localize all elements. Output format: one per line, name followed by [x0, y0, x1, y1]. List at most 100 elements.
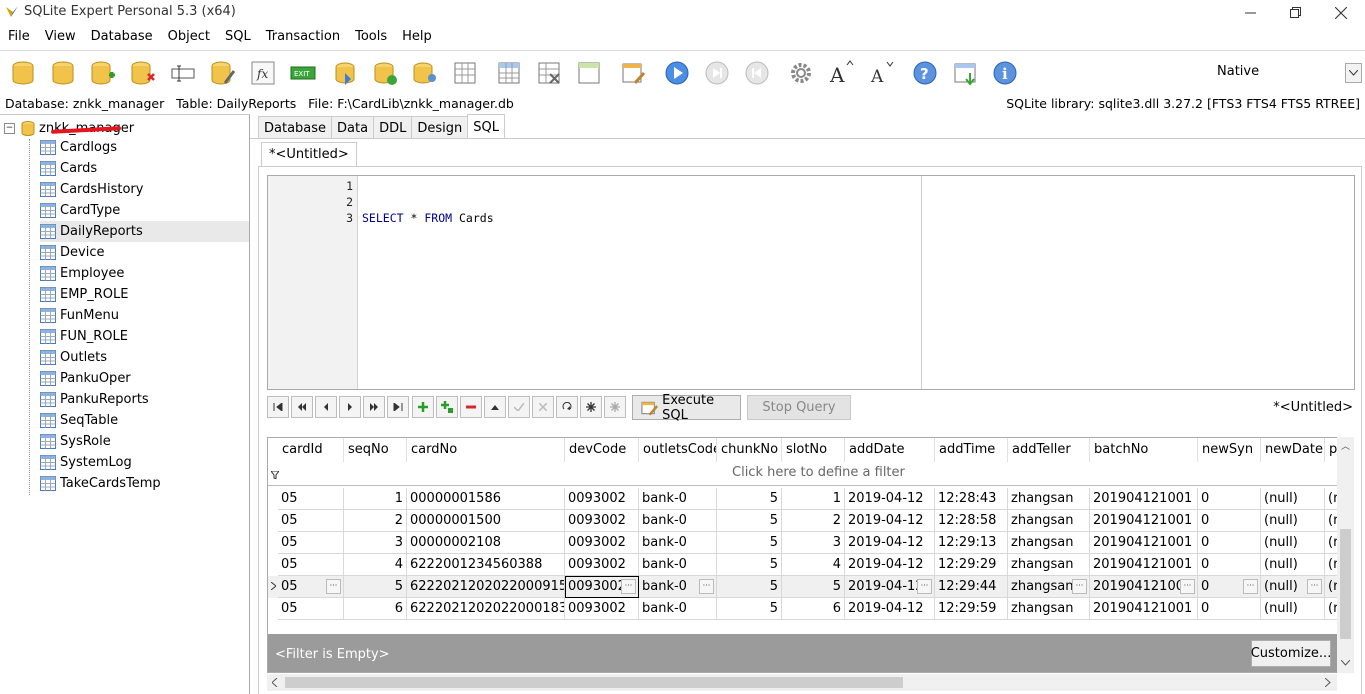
table-cell[interactable]: (null): [1261, 532, 1325, 554]
ellipsis-button[interactable]: ···: [917, 579, 932, 594]
ellipsis-button[interactable]: ···: [621, 579, 636, 594]
restore-button[interactable]: [1272, 0, 1318, 25]
menu-help[interactable]: Help: [394, 26, 439, 48]
table-row[interactable]: 05 3 00000002108 0093002 bank-0 5 3 2019-04-12 1…: [268, 532, 1352, 554]
table-cell[interactable]: 5: [717, 554, 782, 576]
table-cell[interactable]: 3: [782, 532, 845, 554]
step-icon[interactable]: [703, 59, 731, 87]
table-cell[interactable]: (null): [1261, 598, 1325, 620]
table-cell[interactable]: 2019-04-12 ···: [845, 576, 935, 598]
ellipsis-button[interactable]: ···: [1180, 579, 1195, 594]
filter-row[interactable]: Click here to define a filter: [268, 462, 1352, 486]
tree-item-outlets[interactable]: Outlets: [40, 347, 249, 368]
table-cell[interactable]: 12:29:29: [935, 554, 1008, 576]
table-cell[interactable]: 05: [278, 510, 344, 532]
table-cell[interactable]: 0093002 ···: [565, 576, 639, 598]
scroll-right-icon[interactable]: [1325, 678, 1331, 687]
table-cell[interactable]: (null): [1261, 554, 1325, 576]
scroll-down-icon[interactable]: [1341, 660, 1350, 666]
table-row[interactable]: 05 2 00000001500 0093002 bank-0 5 2 2019-04-12 1…: [268, 510, 1352, 532]
sql-query-tab[interactable]: *<Untitled>: [261, 142, 357, 166]
gear-icon[interactable]: [787, 59, 815, 87]
detach-database-icon[interactable]: [129, 59, 157, 87]
tree-item-takecardstemp[interactable]: TakeCardsTemp: [40, 473, 249, 494]
last-page-button[interactable]: [387, 396, 409, 418]
table-cell[interactable]: 12:29:44: [935, 576, 1008, 598]
scroll-up-icon[interactable]: ︿: [1341, 439, 1350, 452]
stop-icon[interactable]: [743, 59, 771, 87]
table-cell[interactable]: 0093002: [565, 488, 639, 510]
tab-ddl[interactable]: DDL: [373, 116, 413, 138]
menu-transaction[interactable]: Transaction: [258, 26, 347, 48]
table-row[interactable]: 05 6 6222021202022000183 0093002 bank-0 5 6 201…: [268, 598, 1352, 620]
tree-item-sysrole[interactable]: SysRole: [40, 431, 249, 452]
column-header[interactable]: addDate: [845, 438, 935, 462]
table-cell[interactable]: 0093002: [565, 598, 639, 620]
move-up-button[interactable]: [484, 396, 506, 418]
table-cell[interactable]: 6222021202022000183: [407, 598, 565, 620]
table-cell[interactable]: 3: [344, 532, 407, 554]
table-cell[interactable]: 4: [782, 554, 845, 576]
table-cell[interactable]: 6222001234560388: [407, 554, 565, 576]
table-cell[interactable]: 5: [717, 576, 782, 598]
new-view-icon[interactable]: [575, 59, 603, 87]
editor-splitter[interactable]: [921, 176, 922, 389]
tree-item-fun_role[interactable]: FUN_ROLE: [40, 326, 249, 347]
table-cell[interactable]: 12:29:13: [935, 532, 1008, 554]
tree-item-pankureports[interactable]: PankuReports: [40, 389, 249, 410]
table-cell[interactable]: zhangsan: [1008, 510, 1090, 532]
table-cell[interactable]: bank-0: [639, 488, 717, 510]
refresh-button[interactable]: [556, 396, 578, 418]
horizontal-scroll-thumb[interactable]: [285, 677, 903, 688]
table-cell[interactable]: 6: [344, 598, 407, 620]
ellipsis-button[interactable]: ···: [326, 579, 341, 594]
table-cell[interactable]: 0: [1198, 598, 1261, 620]
table-row[interactable]: 05 ··· 5 6222021202022000915 0093002 ··· bank-…: [268, 576, 1352, 598]
tab-database[interactable]: Database: [258, 116, 333, 138]
table-cell[interactable]: (null): [1261, 488, 1325, 510]
table-cell[interactable]: 201904121001 ···: [1090, 576, 1198, 598]
horizontal-scrollbar[interactable]: [267, 674, 1337, 691]
tree-item-systemlog[interactable]: SystemLog: [40, 452, 249, 473]
table-cell[interactable]: 6: [782, 598, 845, 620]
table-cell[interactable]: 0: [1198, 554, 1261, 576]
table-row[interactable]: 05 1 00000001586 0093002 bank-0 5 1 2019-04-12 1…: [268, 488, 1352, 510]
prior-page-button[interactable]: [291, 396, 313, 418]
table-cell[interactable]: zhangsan: [1008, 554, 1090, 576]
exit-icon[interactable]: EXIT: [289, 59, 317, 87]
set-default-button[interactable]: [604, 396, 626, 418]
tree-item-employee[interactable]: Employee: [40, 263, 249, 284]
table-cell[interactable]: 2: [782, 510, 845, 532]
post-edit-button[interactable]: [508, 396, 530, 418]
ellipsis-button[interactable]: ···: [1072, 579, 1087, 594]
table-cell[interactable]: 05: [278, 532, 344, 554]
vertical-scroll-thumb[interactable]: [1340, 529, 1351, 639]
attach-database-icon[interactable]: [89, 59, 117, 87]
table-cell[interactable]: zhangsan ···: [1008, 576, 1090, 598]
table-cell[interactable]: zhangsan: [1008, 532, 1090, 554]
tree-item-pankuoper[interactable]: PankuOper: [40, 368, 249, 389]
table-cell[interactable]: 2019-04-12: [845, 532, 935, 554]
table-cell[interactable]: 05 ···: [278, 576, 344, 598]
table-cell[interactable]: zhangsan: [1008, 598, 1090, 620]
table-cell[interactable]: 0093002: [565, 554, 639, 576]
play-icon[interactable]: [663, 59, 691, 87]
close-button[interactable]: [1318, 0, 1364, 25]
table-cell[interactable]: 5: [717, 510, 782, 532]
set-null-button[interactable]: [580, 396, 602, 418]
table-cell[interactable]: 12:28:58: [935, 510, 1008, 532]
minimize-button[interactable]: [1227, 0, 1273, 25]
results-grid[interactable]: cardId seqNo cardNo devCode outletsCode chunk…: [267, 437, 1353, 673]
table-cell[interactable]: 00000002108: [407, 532, 565, 554]
tree-item-cards[interactable]: Cards: [40, 158, 249, 179]
customize-button[interactable]: Customize...: [1251, 640, 1331, 667]
table-cell[interactable]: 5: [782, 576, 845, 598]
table-cell[interactable]: 2019-04-12: [845, 510, 935, 532]
table-cell[interactable]: 2019-04-12: [845, 554, 935, 576]
tab-sql[interactable]: SQL: [467, 114, 505, 138]
table-cell[interactable]: 2019-04-12: [845, 488, 935, 510]
column-header[interactable]: slotNo: [782, 438, 845, 462]
table-cell[interactable]: (null) ···: [1261, 576, 1325, 598]
table-cell[interactable]: 4: [344, 554, 407, 576]
stop-query-button[interactable]: Stop Query: [747, 395, 851, 420]
